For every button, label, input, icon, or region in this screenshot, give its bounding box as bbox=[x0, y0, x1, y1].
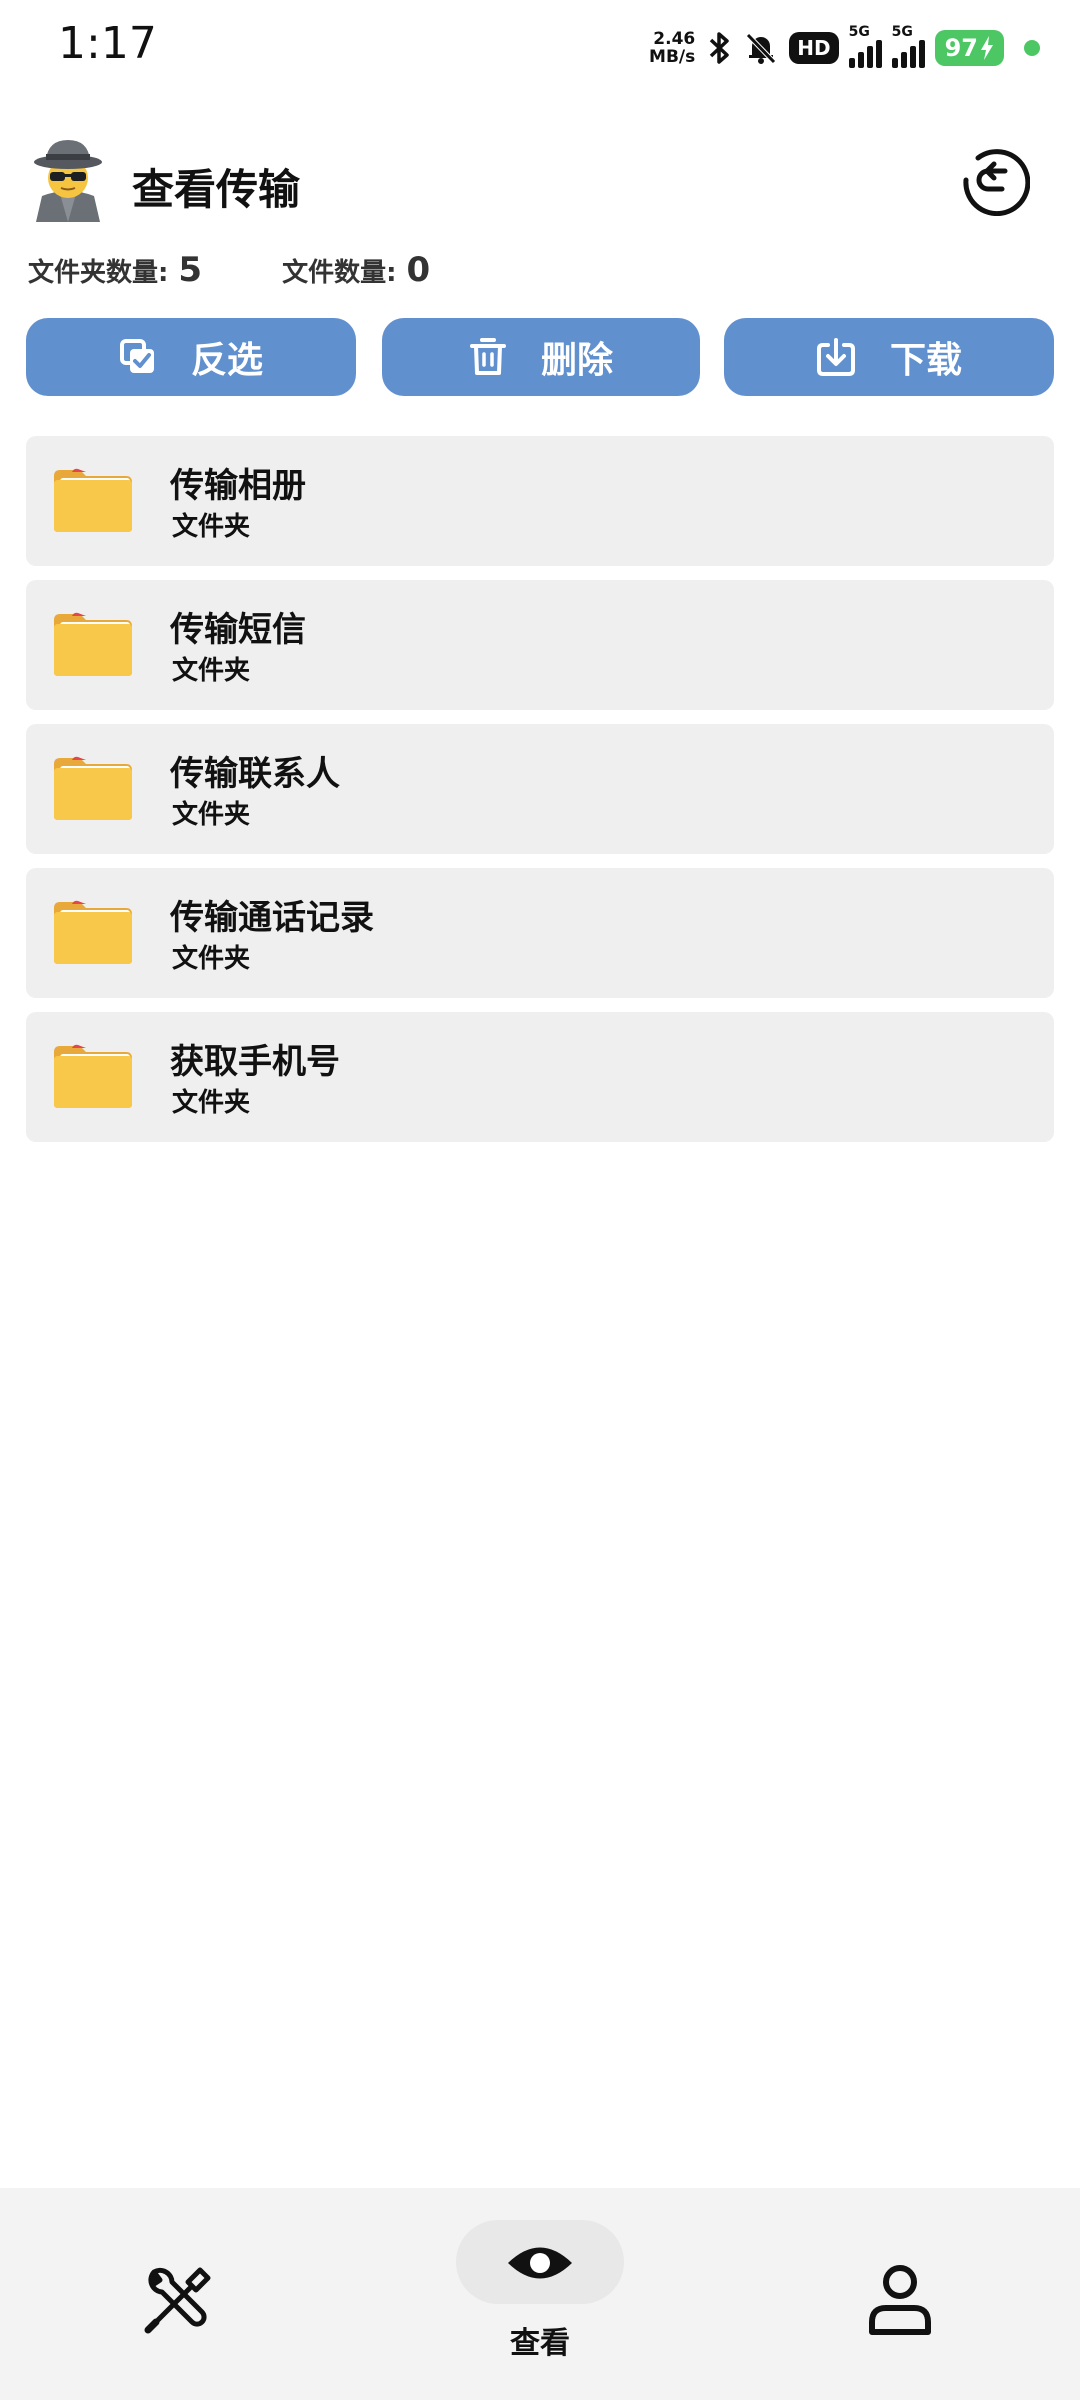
sim2-network-tag: 5G bbox=[891, 24, 913, 40]
trash-icon bbox=[469, 338, 506, 375]
spy-avatar-icon bbox=[34, 140, 102, 222]
mute-bell-icon bbox=[746, 33, 777, 64]
download-icon bbox=[816, 338, 855, 376]
app-screen: 1:17 2.46 MB/s HD 5G 5G 97 查看传输 文件夹数量: 5… bbox=[0, 0, 1080, 2400]
folder-type: 文件夹 bbox=[172, 656, 251, 686]
folder-type: 文件夹 bbox=[172, 800, 251, 830]
invert-select-icon bbox=[119, 339, 154, 373]
folder-name: 传输联系人 bbox=[170, 754, 340, 794]
battery-level: 97 bbox=[944, 34, 978, 62]
list-item[interactable]: 传输相册 文件夹 bbox=[26, 436, 1054, 566]
status-bar: 1:17 2.46 MB/s HD 5G 5G 97 bbox=[0, 0, 1080, 92]
delete-label: 删除 bbox=[540, 340, 613, 381]
list-item[interactable]: 传输通话记录 文件夹 bbox=[26, 868, 1054, 998]
signal-sim1: 5G bbox=[848, 24, 882, 68]
eye-icon bbox=[508, 2247, 572, 2279]
folder-type: 文件夹 bbox=[172, 944, 251, 974]
download-label: 下载 bbox=[889, 340, 962, 381]
folder-icon bbox=[54, 900, 132, 964]
status-icons: 2.46 MB/s HD 5G 5G 97 bbox=[649, 24, 1040, 70]
folder-name: 获取手机号 bbox=[170, 1042, 340, 1082]
invert-selection-label: 反选 bbox=[190, 340, 263, 381]
hd-badge: HD bbox=[789, 32, 839, 64]
nav-profile-tab[interactable] bbox=[866, 2262, 934, 2338]
folder-name: 传输短信 bbox=[170, 610, 306, 650]
action-bar: 反选 删除 下载 bbox=[26, 318, 1054, 396]
net-speed-value: 2.46 bbox=[653, 29, 696, 49]
sim1-network-tag: 5G bbox=[848, 24, 870, 40]
folder-icon bbox=[54, 468, 132, 532]
page-title: 查看传输 bbox=[132, 165, 301, 214]
folder-icon bbox=[54, 612, 132, 676]
battery-indicator: 97 bbox=[934, 30, 1004, 66]
folder-count-value: 5 bbox=[178, 250, 203, 290]
bottom-nav: 查看 bbox=[0, 2188, 1080, 2400]
refresh-button[interactable] bbox=[958, 144, 1030, 216]
signal-sim2: 5G bbox=[891, 24, 925, 68]
user-icon bbox=[869, 2265, 931, 2335]
invert-selection-button[interactable]: 反选 bbox=[26, 318, 356, 396]
folder-name: 传输相册 bbox=[170, 466, 306, 506]
list-item[interactable]: 传输联系人 文件夹 bbox=[26, 724, 1054, 854]
network-speed: 2.46 MB/s bbox=[649, 30, 695, 66]
charging-icon bbox=[981, 36, 993, 60]
refresh-icon bbox=[963, 149, 1030, 216]
folder-name: 传输通话记录 bbox=[170, 898, 374, 938]
folder-icon bbox=[54, 1044, 132, 1108]
delete-button[interactable]: 删除 bbox=[382, 318, 700, 396]
file-count-label: 文件数量: bbox=[282, 258, 397, 288]
bluetooth-icon bbox=[710, 32, 729, 64]
status-time: 1:17 bbox=[58, 18, 157, 69]
folder-count-label: 文件夹数量: bbox=[28, 258, 169, 288]
header: 查看传输 bbox=[26, 136, 1054, 228]
folder-type: 文件夹 bbox=[172, 512, 251, 542]
privacy-indicator-dot bbox=[1024, 40, 1040, 56]
count-summary: 文件夹数量: 5 文件数量: 0 bbox=[28, 250, 430, 290]
folder-type: 文件夹 bbox=[172, 1088, 251, 1118]
list-item[interactable]: 传输短信 文件夹 bbox=[26, 580, 1054, 710]
folder-icon bbox=[54, 756, 132, 820]
net-speed-unit: MB/s bbox=[649, 47, 696, 67]
folder-list: 传输相册 文件夹 传输短信 文件夹 传输联系人 文件夹 传输通话记录 文件夹 获… bbox=[26, 436, 1054, 1156]
download-button[interactable]: 下载 bbox=[724, 318, 1054, 396]
file-count-value: 0 bbox=[406, 250, 431, 290]
list-item[interactable]: 获取手机号 文件夹 bbox=[26, 1012, 1054, 1142]
